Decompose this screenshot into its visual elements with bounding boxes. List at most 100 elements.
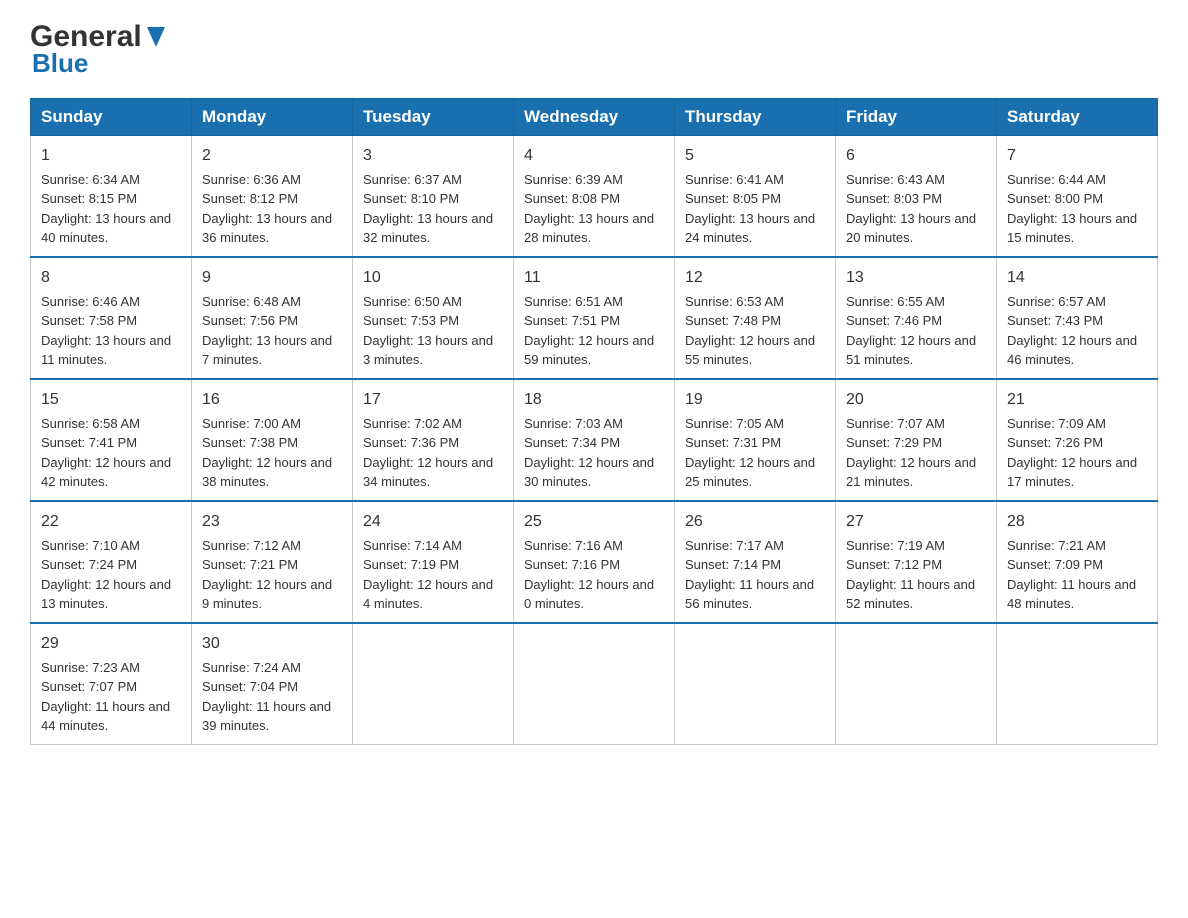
day-daylight: Daylight: 12 hours and 21 minutes. bbox=[846, 455, 976, 490]
calendar-cell: 28 Sunrise: 7:21 AM Sunset: 7:09 PM Dayl… bbox=[997, 501, 1158, 623]
day-sunset: Sunset: 8:15 PM bbox=[41, 191, 137, 206]
day-number: 21 bbox=[1007, 388, 1147, 412]
calendar-cell: 30 Sunrise: 7:24 AM Sunset: 7:04 PM Dayl… bbox=[192, 623, 353, 745]
calendar-week-row: 15 Sunrise: 6:58 AM Sunset: 7:41 PM Dayl… bbox=[31, 379, 1158, 501]
day-sunrise: Sunrise: 6:53 AM bbox=[685, 294, 784, 309]
calendar-cell: 4 Sunrise: 6:39 AM Sunset: 8:08 PM Dayli… bbox=[514, 135, 675, 257]
day-sunrise: Sunrise: 7:14 AM bbox=[363, 538, 462, 553]
calendar-cell: 19 Sunrise: 7:05 AM Sunset: 7:31 PM Dayl… bbox=[675, 379, 836, 501]
day-sunrise: Sunrise: 6:57 AM bbox=[1007, 294, 1106, 309]
calendar-week-row: 1 Sunrise: 6:34 AM Sunset: 8:15 PM Dayli… bbox=[31, 135, 1158, 257]
calendar-cell: 29 Sunrise: 7:23 AM Sunset: 7:07 PM Dayl… bbox=[31, 623, 192, 745]
day-sunrise: Sunrise: 7:12 AM bbox=[202, 538, 301, 553]
day-of-week-header: Friday bbox=[836, 98, 997, 135]
day-number: 4 bbox=[524, 144, 664, 168]
day-sunset: Sunset: 7:36 PM bbox=[363, 435, 459, 450]
calendar-cell: 25 Sunrise: 7:16 AM Sunset: 7:16 PM Dayl… bbox=[514, 501, 675, 623]
day-sunrise: Sunrise: 7:19 AM bbox=[846, 538, 945, 553]
calendar-week-row: 8 Sunrise: 6:46 AM Sunset: 7:58 PM Dayli… bbox=[31, 257, 1158, 379]
day-daylight: Daylight: 12 hours and 42 minutes. bbox=[41, 455, 171, 490]
day-number: 20 bbox=[846, 388, 986, 412]
day-daylight: Daylight: 12 hours and 13 minutes. bbox=[41, 577, 171, 612]
day-sunset: Sunset: 8:08 PM bbox=[524, 191, 620, 206]
day-sunset: Sunset: 8:00 PM bbox=[1007, 191, 1103, 206]
day-sunrise: Sunrise: 7:00 AM bbox=[202, 416, 301, 431]
day-daylight: Daylight: 11 hours and 39 minutes. bbox=[202, 699, 331, 734]
calendar-cell: 27 Sunrise: 7:19 AM Sunset: 7:12 PM Dayl… bbox=[836, 501, 997, 623]
day-number: 5 bbox=[685, 144, 825, 168]
day-of-week-header: Monday bbox=[192, 98, 353, 135]
calendar-cell: 13 Sunrise: 6:55 AM Sunset: 7:46 PM Dayl… bbox=[836, 257, 997, 379]
calendar-cell: 17 Sunrise: 7:02 AM Sunset: 7:36 PM Dayl… bbox=[353, 379, 514, 501]
day-sunset: Sunset: 7:07 PM bbox=[41, 679, 137, 694]
day-sunrise: Sunrise: 7:17 AM bbox=[685, 538, 784, 553]
day-sunset: Sunset: 7:51 PM bbox=[524, 313, 620, 328]
day-sunset: Sunset: 8:05 PM bbox=[685, 191, 781, 206]
calendar-cell: 20 Sunrise: 7:07 AM Sunset: 7:29 PM Dayl… bbox=[836, 379, 997, 501]
day-daylight: Daylight: 13 hours and 24 minutes. bbox=[685, 211, 815, 246]
calendar-cell: 26 Sunrise: 7:17 AM Sunset: 7:14 PM Dayl… bbox=[675, 501, 836, 623]
day-number: 8 bbox=[41, 266, 181, 290]
calendar-cell: 18 Sunrise: 7:03 AM Sunset: 7:34 PM Dayl… bbox=[514, 379, 675, 501]
day-sunset: Sunset: 7:43 PM bbox=[1007, 313, 1103, 328]
day-daylight: Daylight: 12 hours and 46 minutes. bbox=[1007, 333, 1137, 368]
day-daylight: Daylight: 13 hours and 28 minutes. bbox=[524, 211, 654, 246]
day-daylight: Daylight: 12 hours and 0 minutes. bbox=[524, 577, 654, 612]
day-sunrise: Sunrise: 7:24 AM bbox=[202, 660, 301, 675]
day-number: 1 bbox=[41, 144, 181, 168]
day-of-week-header: Thursday bbox=[675, 98, 836, 135]
calendar-cell: 6 Sunrise: 6:43 AM Sunset: 8:03 PM Dayli… bbox=[836, 135, 997, 257]
day-daylight: Daylight: 13 hours and 15 minutes. bbox=[1007, 211, 1137, 246]
day-daylight: Daylight: 12 hours and 4 minutes. bbox=[363, 577, 493, 612]
day-sunset: Sunset: 7:14 PM bbox=[685, 557, 781, 572]
day-sunset: Sunset: 8:10 PM bbox=[363, 191, 459, 206]
calendar-cell bbox=[836, 623, 997, 745]
calendar-cell: 16 Sunrise: 7:00 AM Sunset: 7:38 PM Dayl… bbox=[192, 379, 353, 501]
day-daylight: Daylight: 12 hours and 17 minutes. bbox=[1007, 455, 1137, 490]
day-of-week-header: Saturday bbox=[997, 98, 1158, 135]
day-sunset: Sunset: 7:48 PM bbox=[685, 313, 781, 328]
day-sunrise: Sunrise: 6:46 AM bbox=[41, 294, 140, 309]
day-daylight: Daylight: 11 hours and 56 minutes. bbox=[685, 577, 814, 612]
day-number: 28 bbox=[1007, 510, 1147, 534]
day-sunrise: Sunrise: 7:07 AM bbox=[846, 416, 945, 431]
day-sunset: Sunset: 7:16 PM bbox=[524, 557, 620, 572]
day-sunset: Sunset: 8:03 PM bbox=[846, 191, 942, 206]
day-sunrise: Sunrise: 6:50 AM bbox=[363, 294, 462, 309]
day-number: 30 bbox=[202, 632, 342, 656]
calendar-cell: 11 Sunrise: 6:51 AM Sunset: 7:51 PM Dayl… bbox=[514, 257, 675, 379]
day-sunset: Sunset: 7:58 PM bbox=[41, 313, 137, 328]
day-sunset: Sunset: 7:21 PM bbox=[202, 557, 298, 572]
day-sunset: Sunset: 7:26 PM bbox=[1007, 435, 1103, 450]
day-number: 16 bbox=[202, 388, 342, 412]
day-daylight: Daylight: 13 hours and 3 minutes. bbox=[363, 333, 493, 368]
day-sunrise: Sunrise: 6:48 AM bbox=[202, 294, 301, 309]
day-sunset: Sunset: 7:38 PM bbox=[202, 435, 298, 450]
day-number: 12 bbox=[685, 266, 825, 290]
day-number: 18 bbox=[524, 388, 664, 412]
day-sunset: Sunset: 8:12 PM bbox=[202, 191, 298, 206]
day-sunrise: Sunrise: 6:37 AM bbox=[363, 172, 462, 187]
day-number: 13 bbox=[846, 266, 986, 290]
day-number: 11 bbox=[524, 266, 664, 290]
calendar-cell: 1 Sunrise: 6:34 AM Sunset: 8:15 PM Dayli… bbox=[31, 135, 192, 257]
calendar-table: SundayMondayTuesdayWednesdayThursdayFrid… bbox=[30, 98, 1158, 745]
calendar-cell: 9 Sunrise: 6:48 AM Sunset: 7:56 PM Dayli… bbox=[192, 257, 353, 379]
calendar-cell: 22 Sunrise: 7:10 AM Sunset: 7:24 PM Dayl… bbox=[31, 501, 192, 623]
day-sunset: Sunset: 7:53 PM bbox=[363, 313, 459, 328]
day-of-week-header: Sunday bbox=[31, 98, 192, 135]
day-daylight: Daylight: 12 hours and 25 minutes. bbox=[685, 455, 815, 490]
calendar-cell: 15 Sunrise: 6:58 AM Sunset: 7:41 PM Dayl… bbox=[31, 379, 192, 501]
day-daylight: Daylight: 12 hours and 9 minutes. bbox=[202, 577, 332, 612]
logo-blue-text: Blue bbox=[32, 49, 170, 78]
day-sunrise: Sunrise: 6:41 AM bbox=[685, 172, 784, 187]
day-daylight: Daylight: 13 hours and 7 minutes. bbox=[202, 333, 332, 368]
calendar-cell: 2 Sunrise: 6:36 AM Sunset: 8:12 PM Dayli… bbox=[192, 135, 353, 257]
day-number: 2 bbox=[202, 144, 342, 168]
day-daylight: Daylight: 13 hours and 11 minutes. bbox=[41, 333, 171, 368]
calendar-cell: 10 Sunrise: 6:50 AM Sunset: 7:53 PM Dayl… bbox=[353, 257, 514, 379]
day-sunrise: Sunrise: 7:09 AM bbox=[1007, 416, 1106, 431]
day-of-week-header: Wednesday bbox=[514, 98, 675, 135]
calendar-cell bbox=[675, 623, 836, 745]
day-sunset: Sunset: 7:19 PM bbox=[363, 557, 459, 572]
